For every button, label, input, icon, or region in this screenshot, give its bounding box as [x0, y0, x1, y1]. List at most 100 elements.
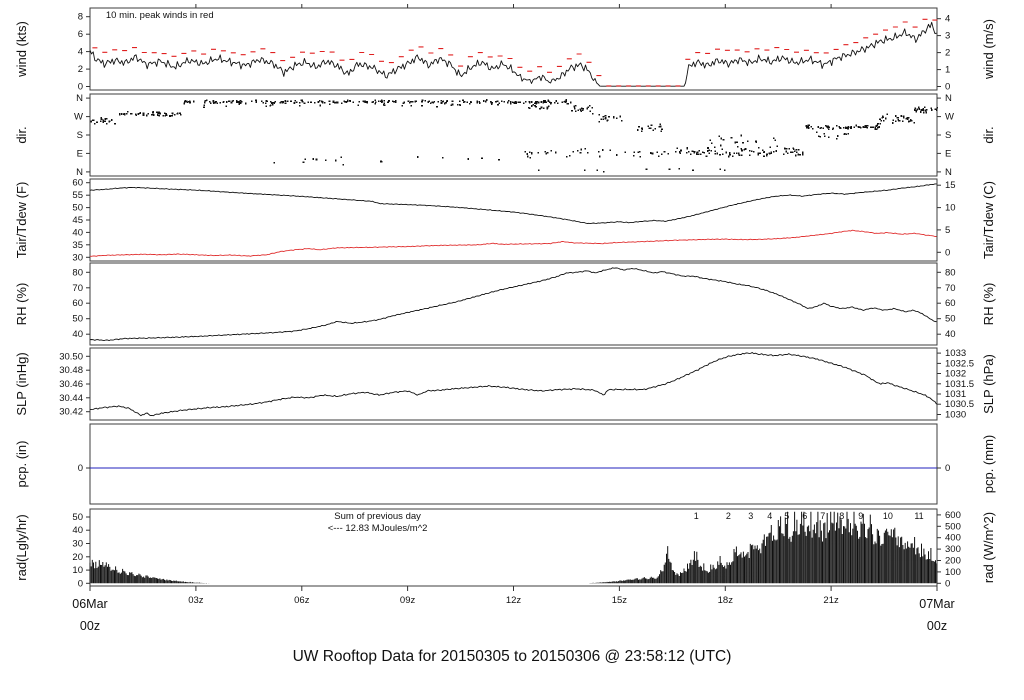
rad-left-tick-label: 50	[72, 512, 83, 523]
wind-peak-dashes	[92, 18, 938, 87]
rh-left-tick-label: 70	[72, 283, 83, 294]
x-date-label: 00z	[927, 619, 947, 633]
rad-left-tick-label: 30	[72, 539, 83, 550]
rh-left-tick-label: 60	[72, 298, 83, 309]
rh-right-tick-label: 50	[945, 314, 956, 325]
tair-series-0-line	[89, 183, 937, 225]
x-date-label: 06Mar	[72, 597, 107, 611]
dir-left-tick-label: E	[77, 148, 83, 159]
pcp-right-tick-label: 0	[945, 463, 950, 474]
pcp-panel-frame	[89, 423, 938, 505]
meteogram-plot: 8642043210wind (kts) wind (m/s)10 min. pe…	[14, 4, 996, 665]
rad-left-tick-label: 40	[72, 525, 83, 536]
slp-left-tick-label: 30.50	[59, 351, 83, 362]
rad-right-tick-label: 600	[945, 510, 961, 521]
rad-hour-label: 1	[694, 511, 699, 521]
dir-left-axis-label: dir.	[14, 126, 29, 143]
rad-left-tick-label: 0	[78, 578, 83, 589]
rad-hour-label: 5	[784, 511, 789, 521]
x-date-label: 00z	[80, 619, 100, 633]
tair-right-tick-label: 10	[945, 203, 956, 214]
tair-right-tick-label: 0	[945, 247, 950, 258]
tair-right-tick-label: 5	[945, 225, 950, 236]
dir-left-tick-label: N	[76, 93, 83, 104]
tair-left-tick-label: 30	[72, 252, 83, 263]
dir-panel-frame	[89, 93, 938, 177]
rad-right-tick-label: 400	[945, 533, 961, 544]
slp-series-0-line	[89, 352, 937, 417]
slp-right-tick-label: 1030	[945, 410, 966, 421]
x-date-label: 07Mar	[919, 597, 954, 611]
rh-left-tick-label: 40	[72, 329, 83, 340]
wind-right-tick-label: 2	[945, 48, 950, 59]
rad-right-tick-label: 300	[945, 544, 961, 555]
rad-right-tick-label: 200	[945, 556, 961, 567]
dir-right-tick-label: S	[945, 130, 951, 141]
rad-left-tick-label: 10	[72, 565, 83, 576]
wind-left-tick-label: 0	[78, 82, 83, 93]
dir-right-tick-label: E	[945, 148, 951, 159]
rh-right-tick-label: 40	[945, 329, 956, 340]
wind-left-tick-label: 6	[78, 29, 83, 40]
wind-left-axis-label: wind (kts)	[14, 21, 29, 78]
rad-right-tick-label: 500	[945, 521, 961, 532]
rh-left-tick-label: 80	[72, 267, 83, 278]
wind-right-tick-label: 1	[945, 65, 950, 76]
rad-hour-label: 9	[858, 511, 863, 521]
rh-left-tick-label: 50	[72, 314, 83, 325]
pcp-left-axis-label: pcp. (in)	[14, 441, 29, 488]
rad-left-axis-label: rad(Lgly/hr)	[14, 514, 29, 580]
wind-left-tick-label: 4	[78, 47, 83, 58]
wind-direction-scatter	[90, 99, 939, 173]
slp-right-axis-label: SLP (hPa)	[981, 354, 996, 414]
dir-left-tick-label: W	[74, 112, 83, 123]
rad-hour-label: 2	[726, 511, 731, 521]
wind-right-tick-label: 3	[945, 31, 950, 42]
rad-annotation-0: Sum of previous day	[334, 511, 421, 522]
rh-right-tick-label: 60	[945, 298, 956, 309]
wind-right-tick-label: 0	[945, 82, 950, 93]
x-tick-label: 03z	[188, 595, 204, 606]
slp-left-tick-label: 30.44	[59, 393, 83, 404]
radiation-bars	[89, 511, 938, 584]
tair-left-tick-label: 60	[72, 178, 83, 189]
tair-left-tick-label: 45	[72, 215, 83, 226]
wind-right-axis-label: wind (m/s)	[981, 19, 996, 80]
x-tick-label: 18z	[718, 595, 734, 606]
x-tick-label: 12z	[506, 595, 522, 606]
dir-right-tick-label: N	[945, 93, 952, 104]
slp-left-tick-label: 30.46	[59, 379, 83, 390]
slp-panel-frame	[89, 347, 938, 421]
rad-annotation-1: <--- 12.83 MJoules/m^2	[328, 523, 428, 534]
dir-right-tick-label: W	[945, 112, 954, 123]
wind-right-tick-label: 4	[945, 14, 950, 25]
wind-series-0-line	[89, 21, 937, 87]
tair-left-axis-label: Tair/Tdew (F)	[14, 182, 29, 259]
dir-left-tick-label: N	[76, 167, 83, 178]
tair-right-axis-label: Tair/Tdew (C)	[981, 181, 996, 259]
wind-left-tick-label: 8	[78, 12, 83, 23]
wind-panel-frame	[89, 7, 938, 91]
rad-hour-label: 10	[883, 511, 893, 521]
x-tick-label: 21z	[823, 595, 839, 606]
tair-left-tick-label: 55	[72, 190, 83, 201]
slp-left-tick-label: 30.48	[59, 365, 83, 376]
rh-panel-frame	[89, 262, 938, 346]
rad-hour-label: 3	[748, 511, 753, 521]
rh-series-0-line	[89, 267, 937, 342]
rad-right-tick-label: 100	[945, 567, 961, 578]
tair-left-tick-label: 35	[72, 240, 83, 251]
rh-left-axis-label: RH (%)	[14, 283, 29, 326]
pcp-right-axis-label: pcp. (mm)	[981, 435, 996, 494]
rad-hour-label: 8	[839, 511, 844, 521]
dir-right-axis-label: dir.	[981, 126, 996, 143]
meteogram-page: 8 6 4 2 0 4 3 2 1 0 wind (kts) wind (m/s) 10 min. pe…	[0, 0, 1024, 700]
rad-left-tick-label: 20	[72, 552, 83, 563]
chart-title: UW Rooftop Data for 20150305 to 20150306…	[293, 648, 732, 665]
wind-annotation-0: 10 min. peak winds in red	[106, 10, 214, 21]
rad-hour-label: 7	[820, 511, 825, 521]
dir-left-tick-label: S	[77, 130, 83, 141]
dir-right-tick-label: N	[945, 167, 952, 178]
rh-right-axis-label: RH (%)	[981, 283, 996, 326]
x-tick-label: 09z	[400, 595, 416, 606]
